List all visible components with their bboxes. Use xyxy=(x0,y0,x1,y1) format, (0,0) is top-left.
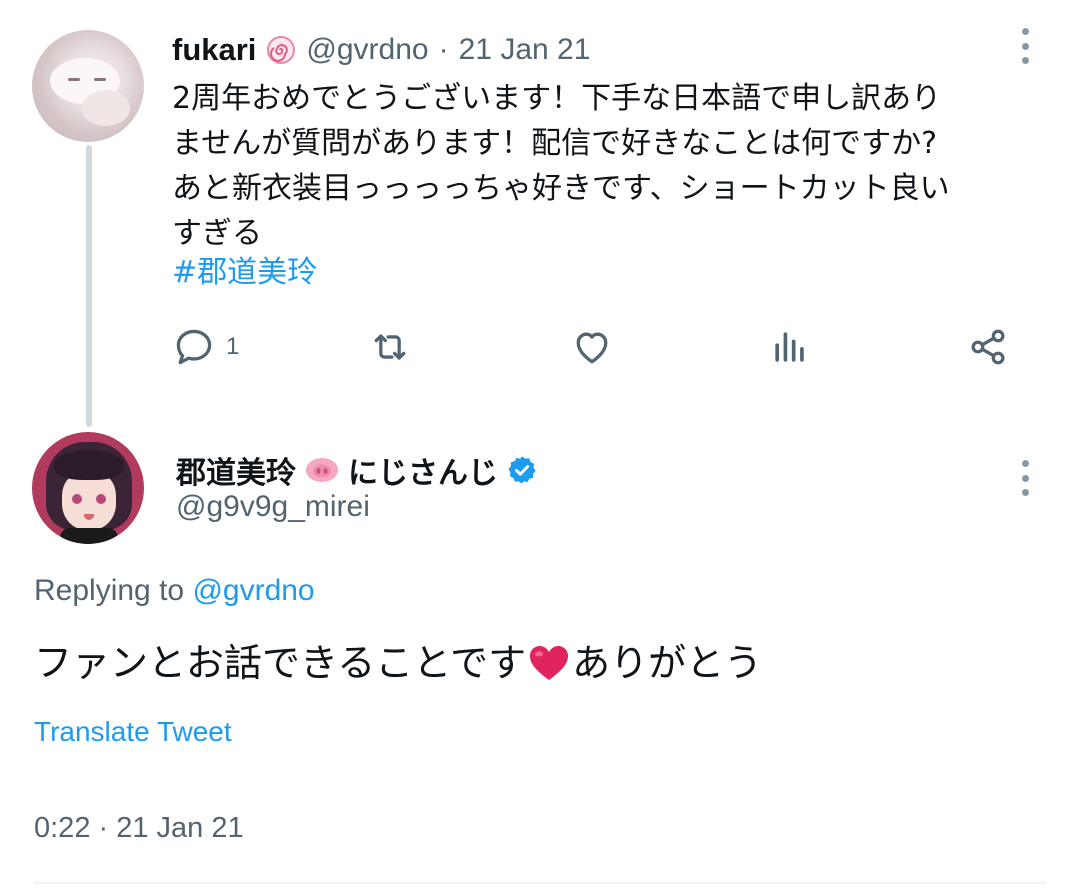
share-button[interactable] xyxy=(966,322,1010,372)
thread-connector-line xyxy=(86,145,92,427)
tweet-actions: 1 xyxy=(172,322,1022,372)
reply-icon xyxy=(176,329,212,365)
handle[interactable]: @g9v9g_mirei xyxy=(176,490,370,524)
reply-tweet-text: ファンとお話できることです ありがとう xyxy=(34,638,762,688)
reply-text-part: ファンとお話できることです xyxy=(34,641,527,685)
analytics-button[interactable] xyxy=(768,322,812,372)
tweet-text-line: ませんが質問があります！配信で好きなことは何ですか? xyxy=(172,126,938,161)
more-options-icon[interactable] xyxy=(1020,460,1030,496)
display-name[interactable]: fukari xyxy=(172,32,256,68)
divider xyxy=(34,882,1046,884)
more-options-icon[interactable] xyxy=(1020,28,1030,64)
replying-to-label: Replying to xyxy=(34,574,185,607)
replying-to-mention[interactable]: @gvrdno xyxy=(192,574,314,607)
tweet-timestamp[interactable]: 0:22 · 21 Jan 21 xyxy=(34,812,244,845)
red-heart-icon xyxy=(530,646,569,680)
analytics-icon xyxy=(775,332,804,362)
reply-author-name-row[interactable]: 郡道美玲 にじさんじ xyxy=(176,448,538,492)
retweet-icon xyxy=(374,334,406,360)
tweet-header: fukari @gvrdno · 21 Jan 21 xyxy=(172,30,590,70)
tweet-text-line: 2周年おめでとうございます！下手な日本語で申し訳あり xyxy=(172,81,942,116)
verified-badge-icon xyxy=(508,456,536,484)
reply-text-part: ありがとう xyxy=(572,641,763,685)
heart-outline-icon xyxy=(576,332,608,364)
reply-button[interactable]: 1 xyxy=(172,322,239,372)
avatar-fukari[interactable] xyxy=(32,30,144,142)
handle[interactable]: @gvrdno xyxy=(306,33,428,67)
replying-to: Replying to @gvrdno xyxy=(34,574,315,608)
avatar-g9v9g-mirei[interactable] xyxy=(32,432,144,544)
display-name-suffix: にじさんじ xyxy=(348,456,498,491)
share-icon xyxy=(971,329,1005,365)
retweet-button[interactable] xyxy=(368,322,412,372)
tweet-text-line: あと新衣装目っっっっちゃ好きです、ショートカット良い xyxy=(172,171,950,206)
tweet-body: 2周年おめでとうございます！下手な日本語で申し訳あり ませんが質問があります！配… xyxy=(172,76,1032,256)
pig-nose-icon xyxy=(306,458,338,482)
display-name: 郡道美玲 xyxy=(176,456,296,491)
separator-dot: · xyxy=(438,33,449,66)
spiral-icon xyxy=(267,36,296,64)
reply-count: 1 xyxy=(226,333,240,360)
like-button[interactable] xyxy=(570,322,614,372)
tweet-date[interactable]: 21 Jan 21 xyxy=(459,33,591,67)
hashtag-link[interactable]: #郡道美玲 xyxy=(172,250,317,295)
translate-tweet-link[interactable]: Translate Tweet xyxy=(34,716,232,748)
